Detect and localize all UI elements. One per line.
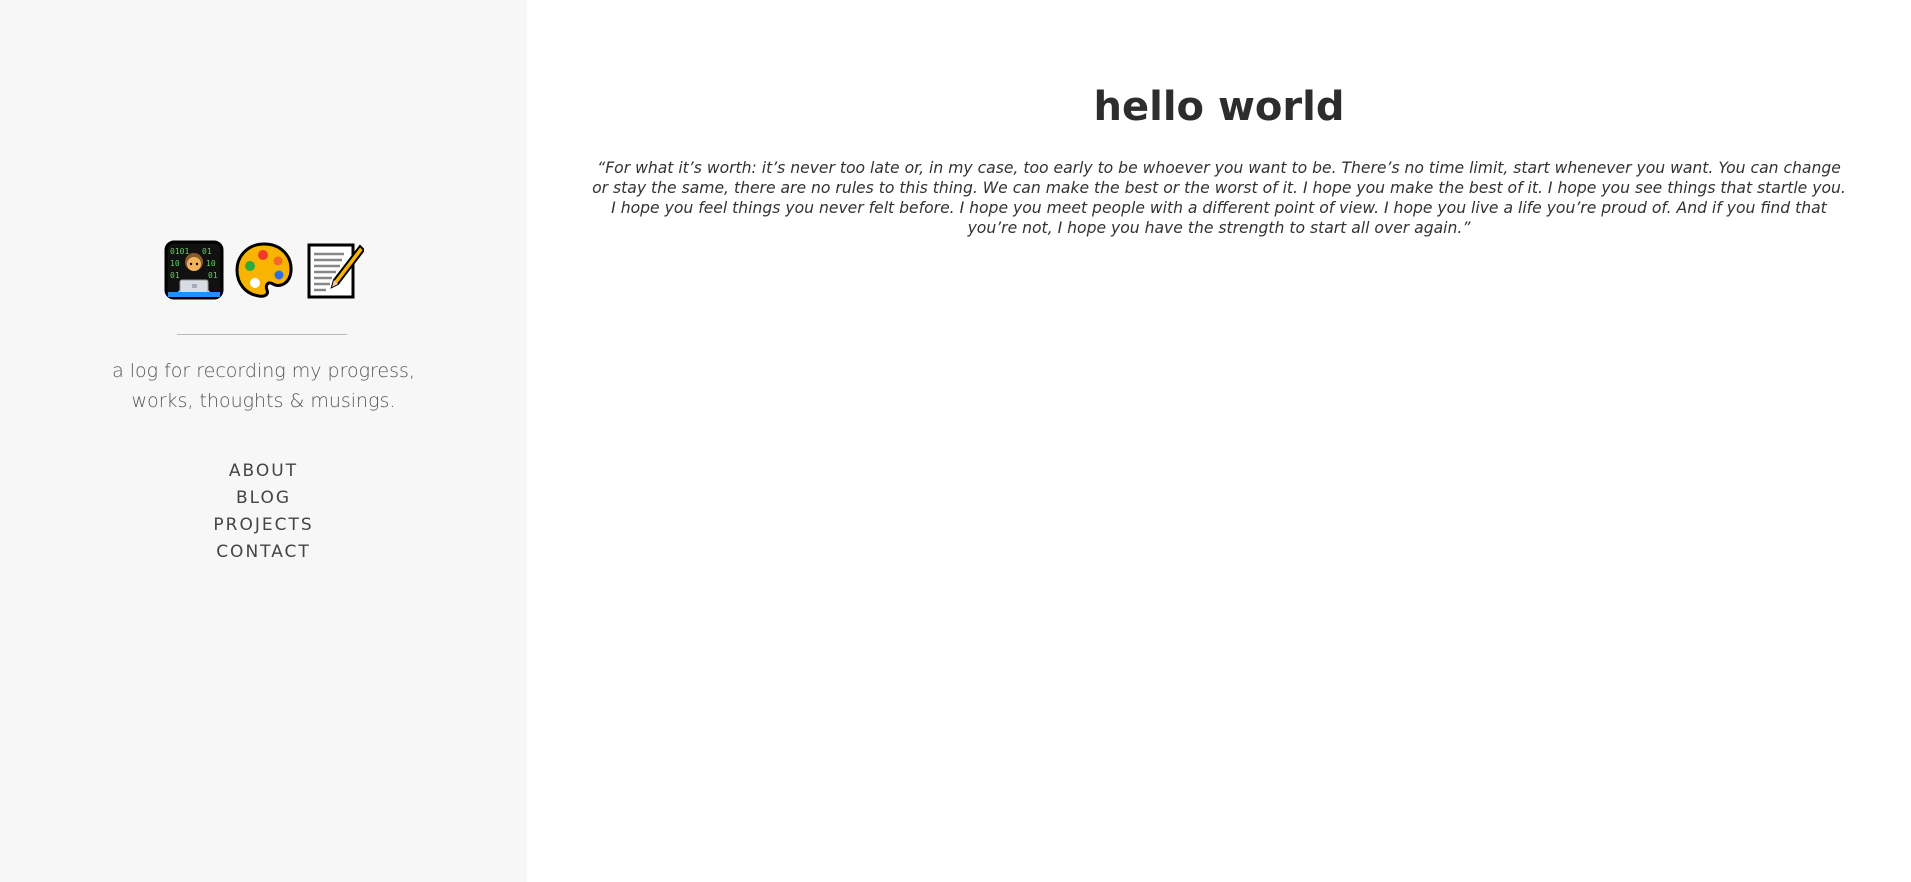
artist-palette-icon — [234, 242, 293, 298]
svg-text:01: 01 — [170, 271, 180, 280]
page-title: hello world — [1093, 84, 1345, 130]
nav-link-blog[interactable]: BLOG — [0, 485, 527, 512]
svg-text:10: 10 — [206, 259, 216, 268]
sidebar: 0101 01 10 10 01 01 a log for recording … — [0, 0, 527, 882]
page-layout: 0101 01 10 10 01 01 a log for recording … — [0, 0, 1911, 882]
svg-text:10: 10 — [170, 259, 180, 268]
svg-text:01: 01 — [202, 247, 212, 256]
nav-link-contact[interactable]: CONTACT — [0, 539, 527, 566]
nav-link-about[interactable]: ABOUT — [0, 458, 527, 485]
nav-link-projects[interactable]: PROJECTS — [0, 512, 527, 539]
emoji-icon-row: 0101 01 10 10 01 01 — [0, 240, 527, 300]
svg-text:0101: 0101 — [170, 247, 189, 256]
sidebar-nav: ABOUT BLOG PROJECTS CONTACT — [0, 458, 527, 566]
memo-icon — [307, 243, 364, 299]
technologist-icon: 0101 01 10 10 01 01 — [164, 240, 223, 300]
sidebar-divider — [177, 334, 347, 335]
site-tagline: a log for recording my progress, works, … — [0, 356, 527, 416]
main-content: hello world “For what it’s worth: it’s n… — [527, 0, 1911, 882]
intro-quote: “For what it’s worth: it’s never too lat… — [592, 159, 1846, 237]
svg-text:01: 01 — [208, 271, 218, 280]
tagline-line-1: a log for recording my progress, — [112, 360, 415, 382]
tagline-line-2: works, thoughts & musings. — [131, 390, 396, 412]
